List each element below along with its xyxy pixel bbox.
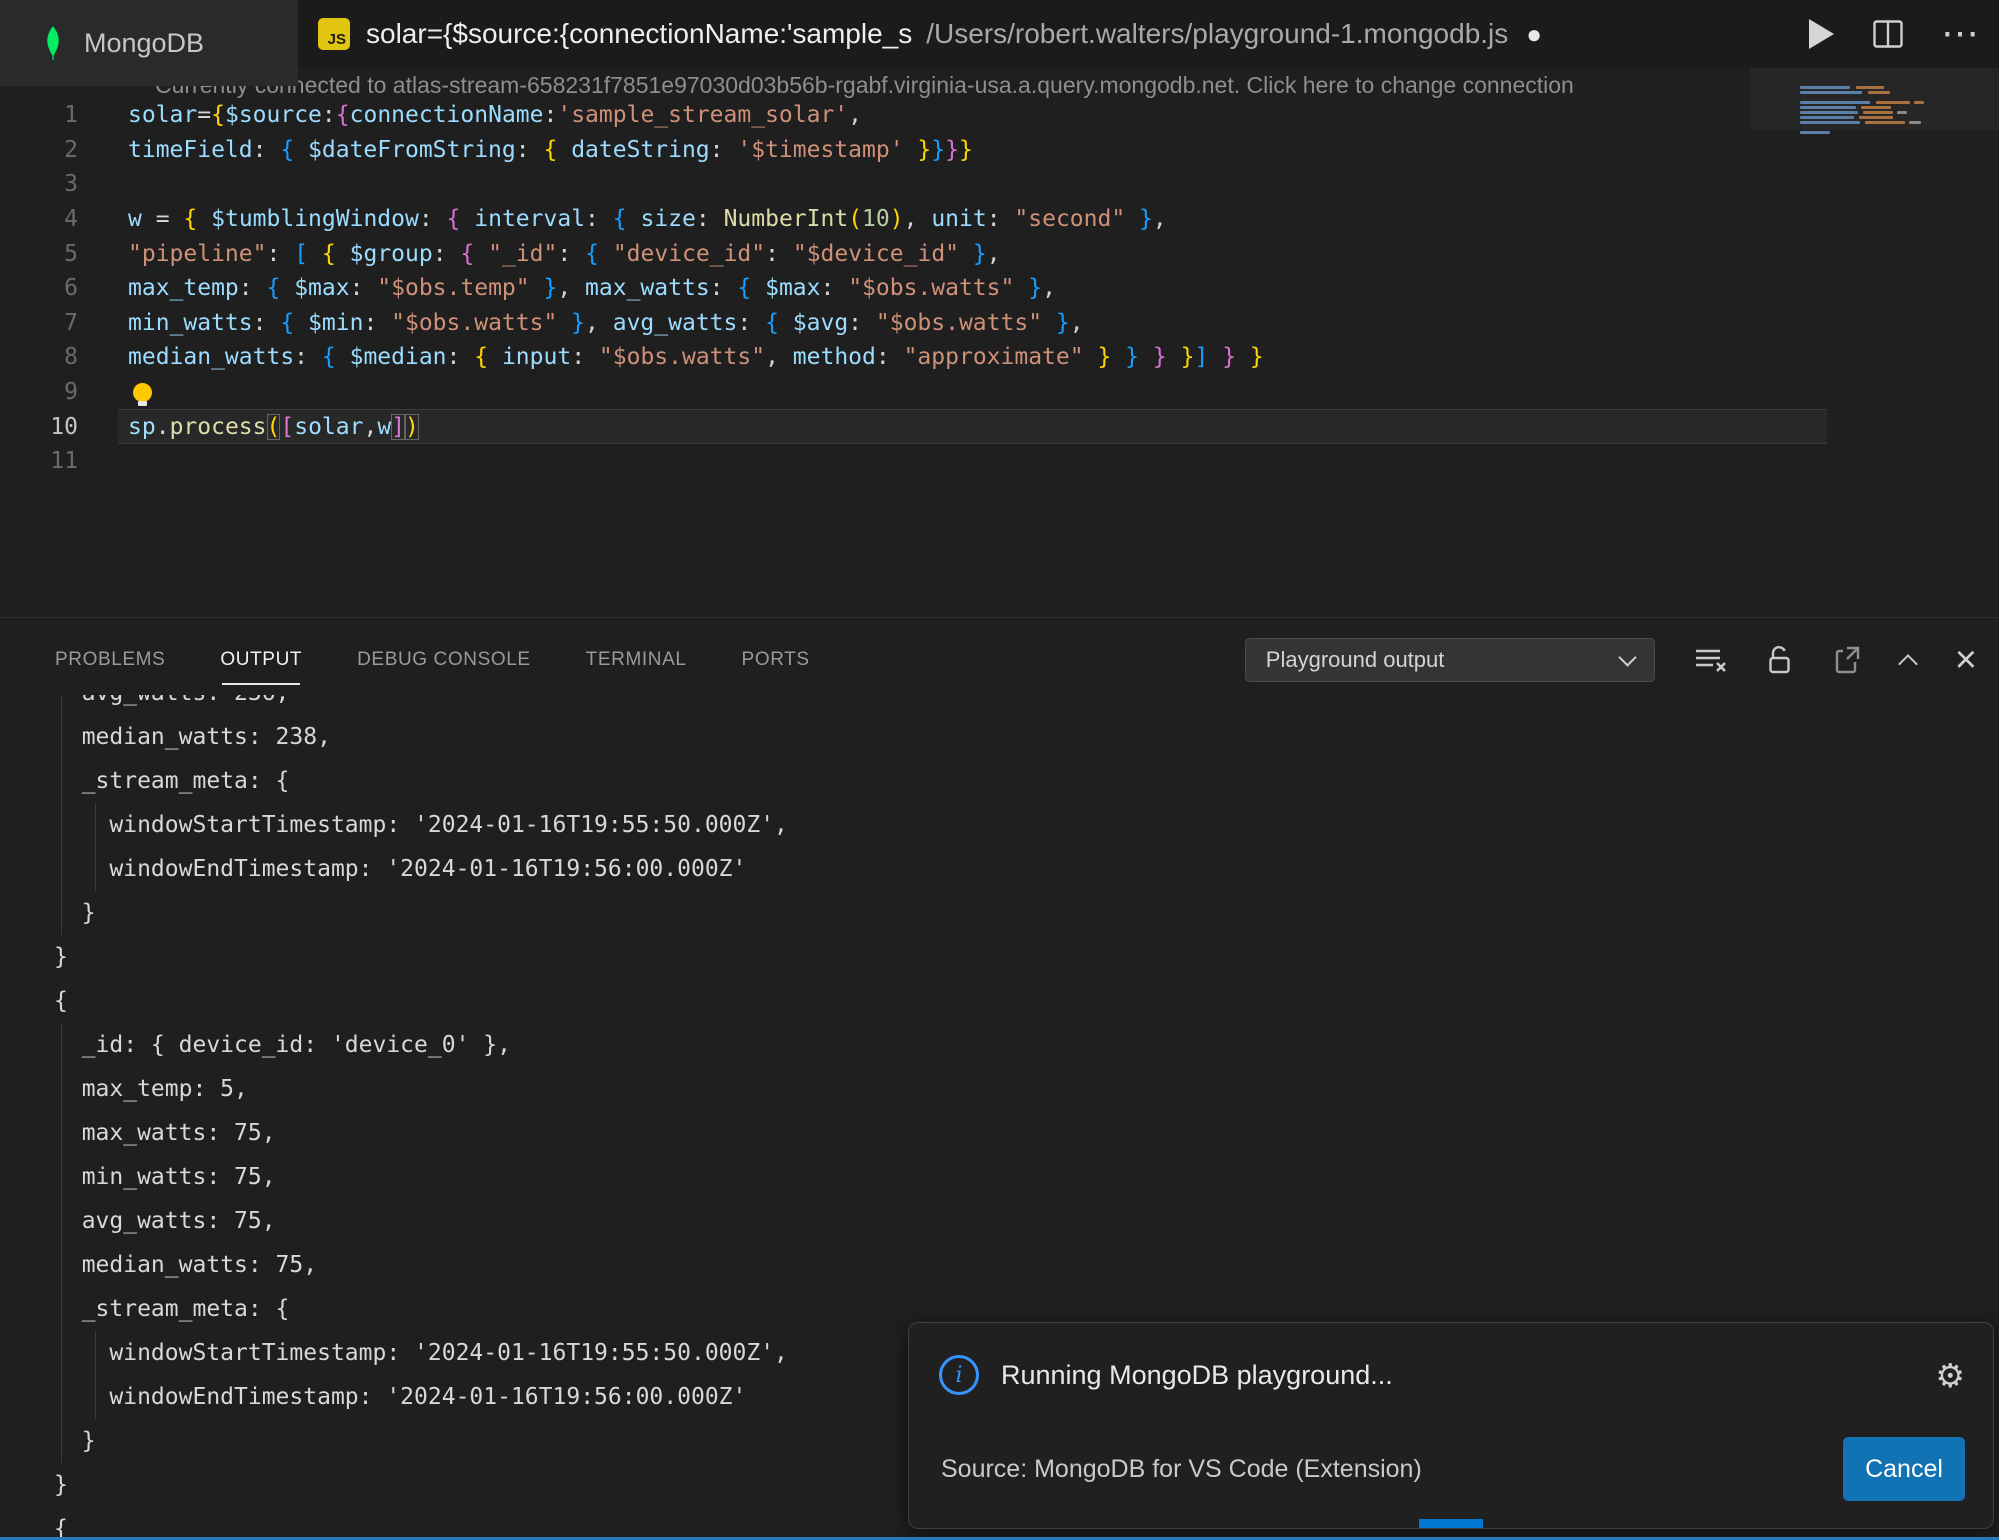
output-line: { (54, 988, 68, 1014)
line-number: 7 (64, 309, 78, 336)
indent-guide (61, 695, 62, 935)
vscode-window: MongoDB JS solar={$source:{connectionNam… (0, 0, 1999, 1540)
mongodb-view-label: MongoDB (84, 27, 205, 58)
code-line[interactable]: 7 min_watts: { $min: "$obs.watts" }, avg_… (0, 306, 1999, 341)
connection-status-banner[interactable]: Currently connected to atlas-stream-6582… (155, 72, 1835, 99)
panel-tab-terminal[interactable]: TERMINAL (586, 649, 687, 685)
modified-indicator-dot: ● (1526, 18, 1542, 49)
code-line[interactable]: 11 (0, 444, 1999, 479)
output-line: avg_watts: 75, (54, 1208, 276, 1234)
output-line: max_temp: 5, (54, 1076, 248, 1102)
mongodb-leaf-icon (47, 26, 59, 60)
indent-guide (95, 803, 96, 891)
code-line[interactable]: 4 w = { $tumblingWindow: { interval: { si… (0, 202, 1999, 237)
output-line: avg_watts: 236, (0, 695, 1999, 715)
mongodb-view-header[interactable]: MongoDB (0, 0, 298, 86)
panel-tabs: PROBLEMS OUTPUT DEBUG CONSOLE TERMINAL PORTS (0, 642, 810, 685)
line-number: 3 (64, 171, 78, 198)
tab-file-path: /Users/robert.walters/playground-1.mongo… (926, 18, 1509, 49)
code-line[interactable]: 3 (0, 167, 1999, 202)
output-line: _stream_meta: { (54, 768, 290, 794)
output-line: median_watts: 238, (54, 724, 331, 750)
close-panel-icon[interactable]: × (1955, 641, 1977, 679)
output-line: } (54, 944, 68, 970)
line-number: 10 (50, 413, 78, 440)
output-line: _id: { device_id: 'device_0' }, (54, 1032, 511, 1058)
output-line: windowEndTimestamp: '2024-01-16T19:56:00… (54, 856, 747, 882)
cancel-button[interactable]: Cancel (1843, 1437, 1965, 1501)
line-number: 8 (64, 344, 78, 371)
notification-toast: i Running MongoDB playground... ⚙ Source… (908, 1322, 1994, 1529)
line-number: 5 (64, 240, 78, 267)
line-number: 4 (64, 206, 78, 233)
panel-tab-debug-console[interactable]: DEBUG CONSOLE (357, 649, 531, 685)
output-channel-dropdown[interactable]: Playground output (1244, 638, 1655, 682)
lightbulb-icon[interactable] (133, 382, 152, 406)
code-text: solar={$source:{connectionName:'sample_s… (128, 102, 863, 129)
code-line[interactable]: 5 "pipeline": [ { $group: { "_id": { "dev… (0, 236, 1999, 271)
editor-tab[interactable]: JS solar={$source:{connectionName:'sampl… (318, 0, 1542, 68)
code-lines: 1 solar={$source:{connectionName:'sample_… (0, 98, 1999, 479)
code-text: min_watts: { $min: "$obs.watts" }, avg_w… (128, 309, 1084, 336)
split-editor-icon[interactable] (1873, 20, 1903, 48)
line-number: 2 (64, 136, 78, 163)
toast-source: Source: MongoDB for VS Code (Extension) (941, 1454, 1422, 1483)
toast-progress-bar (1419, 1519, 1483, 1528)
clear-output-icon[interactable] (1695, 646, 1727, 674)
code-line[interactable]: 1 solar={$source:{connectionName:'sample_… (0, 98, 1999, 133)
tab-title: solar={$source:{connectionName:'sample_s (366, 18, 913, 49)
output-channel-value: Playground output (1265, 647, 1445, 672)
indent-guide (95, 1331, 96, 1419)
code-line[interactable]: 8 median_watts: { $median: { input: "$obs… (0, 340, 1999, 375)
code-text: max_temp: { $max: "$obs.temp" }, max_wat… (128, 275, 1056, 302)
code-text (128, 382, 152, 406)
current-line-highlight (118, 409, 1827, 444)
chevron-down-icon (1618, 647, 1637, 667)
output-line: min_watts: 75, (54, 1164, 276, 1190)
panel-tab-ports[interactable]: PORTS (742, 649, 810, 685)
code-line[interactable]: 10 sp.process([solar,w]) (0, 409, 1999, 444)
code-line[interactable]: 9 (0, 375, 1999, 410)
output-line: } (54, 900, 96, 926)
toast-title: Running MongoDB playground... (1001, 1359, 1393, 1390)
line-number: 1 (64, 102, 78, 129)
code-editor[interactable]: Currently connected to atlas-stream-6582… (0, 68, 1999, 617)
panel-tab-output[interactable]: OUTPUT (220, 649, 302, 685)
code-line[interactable]: 2 timeField: { $dateFromString: { dateStr… (0, 133, 1999, 168)
minimap[interactable] (1800, 86, 1975, 146)
code-text: median_watts: { $median: { input: "$obs.… (128, 344, 1264, 371)
code-text: "pipeline": [ { $group: { "_id": { "devi… (128, 240, 1001, 267)
line-number: 6 (64, 275, 78, 302)
line-number: 9 (64, 379, 78, 406)
panel-tab-problems[interactable]: PROBLEMS (55, 649, 165, 685)
output-line: median_watts: 75, (54, 1252, 318, 1278)
code-text: timeField: { $dateFromString: { dateStri… (128, 136, 973, 163)
panel-header: PROBLEMS OUTPUT DEBUG CONSOLE TERMINAL PORTS… (0, 632, 1999, 688)
line-number: 11 (50, 448, 78, 475)
output-line: max_watts: 75, (54, 1120, 276, 1146)
unlock-scroll-icon[interactable] (1767, 645, 1793, 675)
open-output-in-editor-icon[interactable] (1833, 645, 1861, 675)
output-line: windowStartTimestamp: '2024-01-16T19:55:… (54, 812, 788, 838)
notification-settings-icon[interactable]: ⚙ (1935, 1356, 1965, 1395)
code-text: w = { $tumblingWindow: { interval: { siz… (128, 206, 1167, 233)
info-icon: i (939, 1355, 979, 1395)
more-actions-icon[interactable]: ⋯ (1941, 15, 1979, 53)
indent-guide (61, 1023, 62, 1463)
maximize-panel-icon[interactable] (1897, 654, 1918, 674)
javascript-file-icon: JS (318, 18, 350, 50)
run-playground-button[interactable] (1807, 18, 1835, 50)
code-line[interactable]: 6 max_temp: { $max: "$obs.temp" }, max_wa… (0, 271, 1999, 306)
